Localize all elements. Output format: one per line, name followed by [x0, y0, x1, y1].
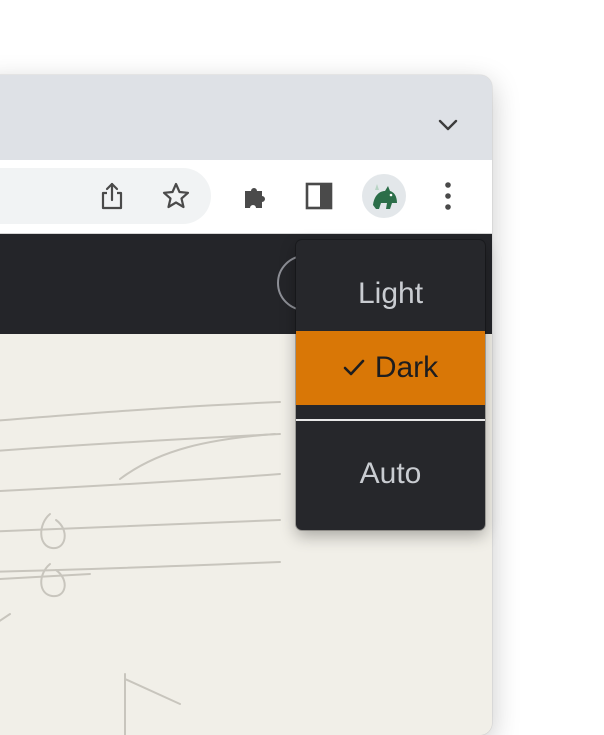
theme-option-label: Auto	[359, 457, 422, 490]
more-menu-button[interactable]	[426, 174, 470, 218]
tab-strip	[0, 75, 492, 160]
theme-option-light[interactable]: Light	[296, 257, 485, 331]
chevron-down-icon	[438, 119, 458, 131]
extensions-puzzle-icon	[245, 188, 265, 208]
theme-option-label: Light	[357, 277, 424, 310]
browser-toolbar	[0, 160, 492, 234]
share-button[interactable]	[90, 174, 134, 218]
theme-menu: Light Dark Auto	[296, 240, 485, 530]
share-icon	[101, 182, 123, 210]
side-panel-button[interactable]	[297, 174, 341, 218]
bookmark-button[interactable]	[154, 174, 198, 218]
menu-divider	[296, 419, 485, 421]
tab-search-button[interactable]	[430, 109, 466, 141]
theme-option-auto[interactable]: Auto	[296, 437, 485, 511]
side-panel-icon	[305, 182, 333, 210]
profile-avatar[interactable]	[362, 174, 406, 218]
more-vert-icon	[445, 182, 451, 210]
dinosaur-avatar-icon	[373, 184, 397, 209]
checkmark-icon	[343, 358, 365, 378]
theme-option-label: Dark	[374, 351, 439, 384]
extensions-button[interactable]	[234, 174, 278, 218]
bookmark-star-icon	[162, 182, 190, 209]
theme-option-dark[interactable]: Dark	[296, 331, 485, 405]
